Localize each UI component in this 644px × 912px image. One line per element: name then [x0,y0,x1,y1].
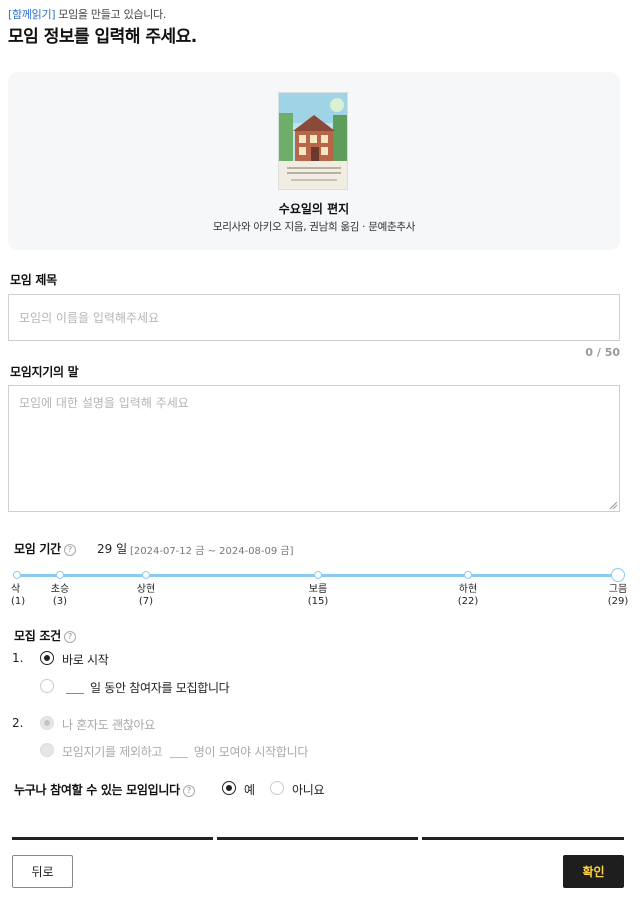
group-title-input[interactable] [8,294,620,341]
page-title: 모임 정보를 입력해 주세요. [8,27,197,47]
tick-label-3: 초승 (3) [50,584,70,607]
notice-text: 모임을 만들고 있습니다. [58,8,167,21]
min-members-label-before: 모임지기를 제외하고 [62,745,163,759]
conditions-label-text: 모집 조건 [14,629,61,643]
book-cover-illustration [279,93,347,189]
public-no-label: 아니요 [292,783,325,797]
period-label-text: 모임 기간 [14,542,61,556]
period-days: 29 일 [97,542,128,556]
host-message-textarea[interactable] [8,385,620,512]
back-button[interactable]: 뒤로 [12,855,73,888]
resize-grip-icon[interactable] [608,500,618,510]
timeline-tick-1[interactable] [13,571,21,579]
tick-label-15: 보름 (15) [307,584,329,607]
book-card: 수요일의 편지 모리사와 아키오 지음, 권남희 옮김 · 문예춘추사 [8,72,620,250]
min-members-label: 명이 모여야 시작합니다 [193,745,309,759]
period-label: 모임 기간? [14,540,76,557]
timeline-tick-3[interactable] [56,571,64,579]
recruit-days-blank-input[interactable] [66,693,84,694]
public-question-text: 누구나 참여할 수 있는 모임입니다 [14,783,180,797]
step-divider-3 [422,837,624,840]
min-members-blank-input[interactable] [169,757,188,758]
public-yes-label: 예 [244,783,255,797]
recruit-days-label: 일 동안 참여자를 모집합니다 [90,681,230,695]
conditions-label: 모집 조건? [14,627,76,644]
title-char-counter: 0 / 50 [585,346,620,359]
book-cover-image [278,92,348,190]
option-recruit-days: 일 동안 참여자를 모집합니다 [66,679,230,696]
step-divider-2 [217,837,418,840]
host-message-label: 모임지기의 말 [10,365,79,379]
group-title-label: 모임 제목 [10,273,57,287]
radio-public-yes[interactable] [222,781,236,795]
tick-label-1: 삭 (1) [11,584,26,607]
radio-recruit-days[interactable] [40,679,54,693]
radio-start-now[interactable] [40,651,54,665]
timeline-tick-22[interactable] [464,571,472,579]
timeline-tick-29-handle[interactable] [611,568,625,582]
radio-public-no[interactable] [270,781,284,795]
tick-label-7: 상현 (7) [136,584,156,607]
status-notice: [함께읽기] 모임을 만들고 있습니다. [8,6,166,22]
help-icon[interactable]: ? [63,631,76,643]
period-date-range: [2024-07-12 금 ~ 2024-08-09 금] [130,546,294,557]
book-meta: 모리사와 아키오 지음, 권남희 옮김 · 문예춘추사 [212,221,416,233]
radio-solo-ok[interactable] [40,716,54,730]
option-solo-ok-label: 나 혼자도 괜찮아요 [62,718,155,732]
confirm-button[interactable]: 확인 [563,855,624,888]
tick-label-29: 그믐 (29) [607,584,629,607]
notice-tag: [함께읽기] [8,8,56,21]
condition-number-1: 1. [12,651,24,665]
step-divider-1 [12,837,213,840]
help-icon[interactable]: ? [182,785,195,797]
condition-number-2: 2. [12,716,24,730]
timeline-tick-15[interactable] [314,571,322,579]
help-icon[interactable]: ? [63,544,76,556]
tick-label-22: 하현 (22) [457,584,479,607]
timeline-tick-7[interactable] [142,571,150,579]
option-min-members: 모임지기를 제외하고 명이 모여야 시작합니다 [62,743,308,760]
option-start-now-label: 바로 시작 [62,653,109,667]
radio-min-members[interactable] [40,743,54,757]
book-title: 수요일의 편지 [278,202,350,216]
public-question: 누구나 참여할 수 있는 모임입니다? [14,781,195,798]
